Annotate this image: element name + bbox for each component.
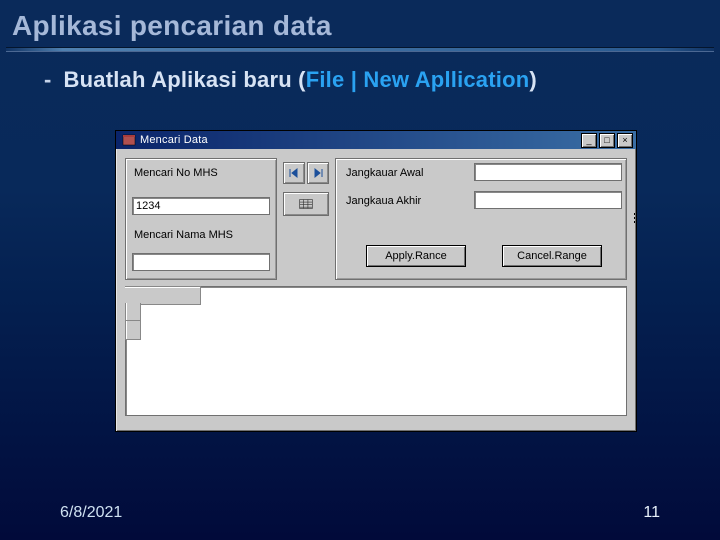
client-area: Mencari No MHS Mencari Nama MHS	[119, 152, 633, 428]
close-icon: ×	[622, 135, 627, 145]
nav-list-button[interactable]	[283, 192, 329, 216]
data-grid[interactable]	[125, 286, 627, 416]
bullet-text: Buatlah Aplikasi baru	[64, 67, 292, 92]
cancel-range-button[interactable]: Cancel.Range	[502, 245, 602, 267]
footer-date: 6/8/2021	[60, 504, 122, 522]
record-list-icon	[299, 197, 313, 211]
minimize-button[interactable]: _	[581, 133, 597, 148]
input-nama-mhs[interactable]	[132, 253, 270, 271]
label-jangkauan-akhir: Jangkaua Akhir	[346, 195, 421, 207]
label-nama-mhs: Mencari Nama MHS	[134, 229, 233, 241]
right-panel: Jangkauar Awal Jangkaua Akhir Apply.Ranc…	[335, 158, 627, 280]
footer-page-number: 11	[643, 504, 660, 522]
grid-row-header[interactable]	[125, 303, 141, 340]
grid-col-header[interactable]	[140, 286, 201, 305]
label-jangkauan-awal: Jangkauar Awal	[346, 167, 423, 179]
app-window-screenshot: Mencari Data _ □ × Mencari No MHS Mencar…	[115, 130, 635, 430]
close-button[interactable]: ×	[617, 133, 633, 148]
menu-path: File | New Apllication	[306, 67, 530, 92]
slide-footer: 6/8/2021 11	[0, 490, 720, 540]
input-jangkauan-awal[interactable]	[474, 163, 622, 181]
bullet-body: Buatlah Aplikasi baru (File | New Apllic…	[64, 67, 537, 93]
window-caption: Mencari Data	[140, 134, 581, 146]
window-control-buttons: _ □ ×	[581, 133, 633, 148]
minimize-icon: _	[586, 135, 591, 145]
label-no-mhs: Mencari No MHS	[134, 167, 218, 179]
titlebar[interactable]: Mencari Data _ □ ×	[116, 131, 636, 149]
app-icon	[122, 133, 136, 147]
bullet-line: - Buatlah Aplikasi baru (File | New Apll…	[0, 51, 720, 109]
left-panel: Mencari No MHS Mencari Nama MHS	[125, 158, 277, 280]
nav-first-button[interactable]	[283, 162, 305, 184]
last-record-icon	[311, 166, 325, 180]
paren-close: )	[529, 67, 537, 92]
slide-title: Aplikasi pencarian data	[0, 0, 720, 48]
maximize-button[interactable]: □	[599, 133, 615, 148]
paren-open: (	[298, 67, 306, 92]
bullet-dash: -	[44, 67, 52, 93]
design-handle-dots	[633, 212, 636, 224]
maximize-icon: □	[604, 135, 609, 145]
input-jangkauan-akhir[interactable]	[474, 191, 622, 209]
nav-last-button[interactable]	[307, 162, 329, 184]
input-no-mhs[interactable]	[132, 197, 270, 215]
first-record-icon	[287, 166, 301, 180]
app-window: Mencari Data _ □ × Mencari No MHS Mencar…	[115, 130, 637, 432]
apply-range-button[interactable]: Apply.Rance	[366, 245, 466, 267]
